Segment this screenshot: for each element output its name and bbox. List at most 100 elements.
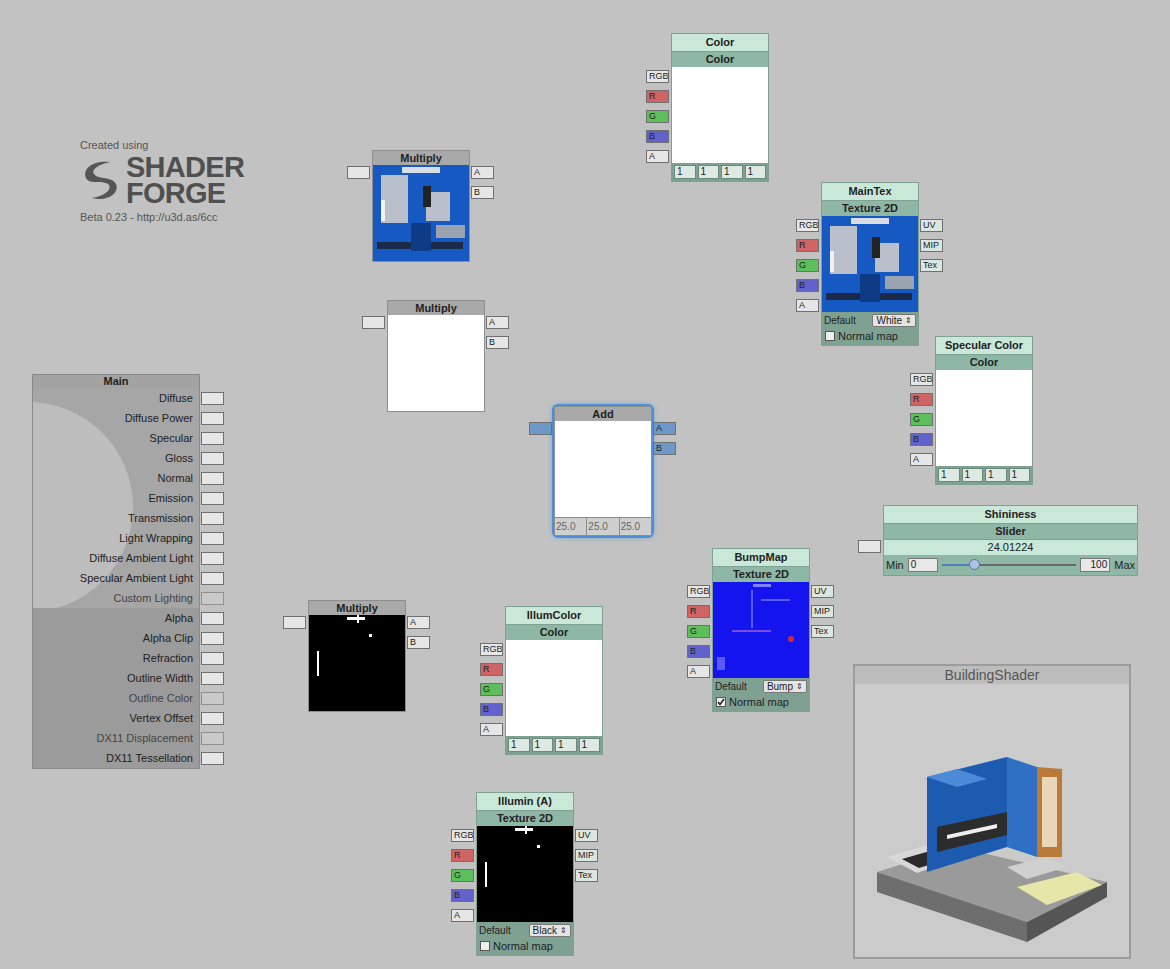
port[interactable]: G xyxy=(480,683,503,696)
port[interactable]: A xyxy=(687,665,710,678)
port[interactable]: A xyxy=(486,316,509,329)
port[interactable]: UV xyxy=(811,585,834,598)
port[interactable] xyxy=(201,612,224,625)
port[interactable]: RGB xyxy=(910,373,933,386)
port[interactable] xyxy=(347,166,370,179)
value-field[interactable]: 25.0 xyxy=(587,518,618,535)
value-field[interactable]: 1 xyxy=(698,165,720,179)
port[interactable]: A xyxy=(451,909,474,922)
port[interactable] xyxy=(362,316,385,329)
port[interactable]: R xyxy=(910,393,933,406)
shader-preview[interactable]: BuildingShader xyxy=(853,664,1131,959)
graph-node[interactable]: Illumin (A)Texture 2DDefaultBlack⇕Normal… xyxy=(476,792,574,956)
default-dropdown[interactable]: Bump⇕ xyxy=(763,680,807,693)
preview-viewport[interactable] xyxy=(855,684,1129,957)
value-field[interactable]: 25.0 xyxy=(620,518,651,535)
normal-map-checkbox[interactable] xyxy=(716,697,726,707)
port[interactable] xyxy=(201,452,224,465)
value-field[interactable]: 1 xyxy=(1009,468,1031,482)
port[interactable]: R xyxy=(451,849,474,862)
graph-node[interactable]: IllumColorColor1111RGBRGBA xyxy=(505,606,603,755)
normal-map-checkbox[interactable] xyxy=(480,941,490,951)
port[interactable]: MIP xyxy=(920,239,943,252)
max-field[interactable]: 100 xyxy=(1080,558,1110,572)
port[interactable]: B xyxy=(910,433,933,446)
graph-node[interactable]: BumpMapTexture 2DDefaultBump⇕Normal mapR… xyxy=(712,548,810,712)
port[interactable]: Tex xyxy=(811,625,834,638)
graph-node[interactable]: MultiplyAB xyxy=(387,300,485,412)
port[interactable]: RGB xyxy=(687,585,710,598)
port[interactable] xyxy=(201,432,224,445)
port[interactable] xyxy=(201,732,224,745)
port[interactable] xyxy=(201,572,224,585)
port[interactable]: G xyxy=(451,869,474,882)
port[interactable] xyxy=(201,552,224,565)
value-field[interactable]: 1 xyxy=(745,165,767,179)
port[interactable] xyxy=(858,540,881,553)
slider-thumb[interactable] xyxy=(969,559,980,570)
port[interactable] xyxy=(201,532,224,545)
port[interactable]: MIP xyxy=(811,605,834,618)
port[interactable]: RGB xyxy=(796,219,819,232)
port[interactable]: RGB xyxy=(480,643,503,656)
slider-value[interactable]: 24.01224 xyxy=(884,540,1137,555)
port[interactable]: RGB xyxy=(646,70,669,83)
port[interactable]: Tex xyxy=(575,869,598,882)
port[interactable]: MIP xyxy=(575,849,598,862)
port[interactable]: Tex xyxy=(920,259,943,272)
port[interactable] xyxy=(201,712,224,725)
slider-track[interactable] xyxy=(942,564,1076,566)
graph-node[interactable]: ShininessSlider24.01224Min0100Max xyxy=(883,505,1138,576)
port[interactable]: B xyxy=(451,889,474,902)
graph-node[interactable]: MultiplyAB xyxy=(308,600,406,712)
port[interactable] xyxy=(201,472,224,485)
port[interactable]: G xyxy=(910,413,933,426)
port[interactable]: UV xyxy=(575,829,598,842)
port[interactable] xyxy=(283,616,306,629)
value-field[interactable]: 1 xyxy=(962,468,984,482)
port[interactable]: UV xyxy=(920,219,943,232)
port[interactable]: B xyxy=(687,645,710,658)
port[interactable] xyxy=(201,752,224,765)
port[interactable]: A xyxy=(646,150,669,163)
port[interactable] xyxy=(201,652,224,665)
port[interactable]: B xyxy=(480,703,503,716)
port[interactable] xyxy=(201,632,224,645)
value-field[interactable]: 1 xyxy=(721,165,743,179)
port[interactable]: R xyxy=(646,90,669,103)
value-field[interactable]: 1 xyxy=(532,738,554,752)
port[interactable]: G xyxy=(796,259,819,272)
port[interactable]: B xyxy=(471,186,494,199)
graph-node[interactable]: ColorColor1111RGBRGBA xyxy=(671,33,769,182)
value-field[interactable]: 25.0 xyxy=(555,518,586,535)
port[interactable] xyxy=(201,412,224,425)
value-field[interactable]: 1 xyxy=(985,468,1007,482)
port[interactable]: B xyxy=(646,130,669,143)
port[interactable]: RGB xyxy=(451,829,474,842)
port[interactable]: R xyxy=(796,239,819,252)
port[interactable] xyxy=(201,592,224,605)
node-canvas[interactable]: Created usingSHADERFORGEBeta 0.23 - http… xyxy=(0,0,1170,969)
port[interactable]: B xyxy=(653,442,676,455)
main-node[interactable]: MainDiffuseDiffuse PowerSpecularGlossNor… xyxy=(32,374,200,769)
port[interactable]: A xyxy=(796,299,819,312)
port[interactable] xyxy=(529,422,552,435)
value-field[interactable]: 1 xyxy=(938,468,960,482)
port[interactable]: R xyxy=(480,663,503,676)
port[interactable]: G xyxy=(646,110,669,123)
value-field[interactable]: 1 xyxy=(508,738,530,752)
port[interactable]: A xyxy=(910,453,933,466)
port[interactable]: G xyxy=(687,625,710,638)
port[interactable] xyxy=(201,672,224,685)
port[interactable]: A xyxy=(653,422,676,435)
value-field[interactable]: 1 xyxy=(674,165,696,179)
port[interactable] xyxy=(201,692,224,705)
graph-node[interactable]: Add25.025.025.0AB xyxy=(554,406,652,536)
graph-node[interactable]: MainTexTexture 2DDefaultWhite⇕Normal map… xyxy=(821,182,919,346)
graph-node[interactable]: Specular ColorColor1111RGBRGBA xyxy=(935,336,1033,485)
graph-node[interactable]: MultiplyAB xyxy=(372,150,470,262)
port[interactable] xyxy=(201,512,224,525)
port[interactable]: B xyxy=(407,636,430,649)
port[interactable]: A xyxy=(471,166,494,179)
port[interactable]: A xyxy=(480,723,503,736)
